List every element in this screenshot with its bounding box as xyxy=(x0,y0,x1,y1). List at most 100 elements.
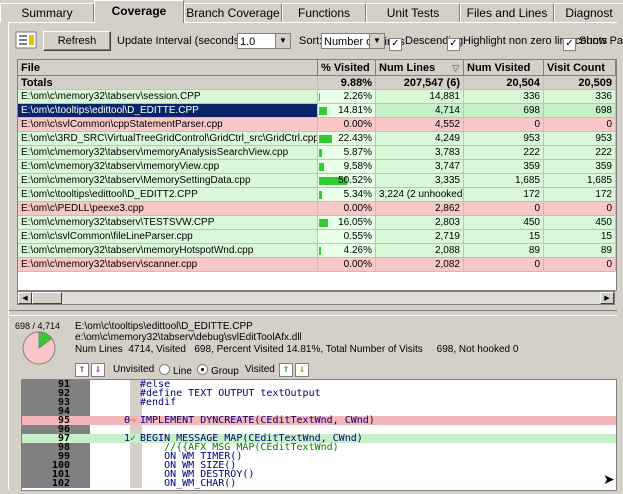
sort-label: Sort: xyxy=(299,35,323,47)
line-radio[interactable]: Line xyxy=(159,364,192,377)
table-cell-pct: 0.55% xyxy=(318,230,376,244)
code-line: 98 //{{AFX_MSG_MAP(CEditTextWnd) xyxy=(22,443,616,453)
nav-up-visited-icon[interactable]: ⇑ xyxy=(279,363,293,377)
visit-count: 1 xyxy=(123,433,130,444)
totals-pct: 9.88% xyxy=(318,76,376,90)
table-cell-visited: 1,685 xyxy=(464,174,544,188)
table-row[interactable]: E:\om\c\memory32\tabserv\scanner.cpp 0.00… xyxy=(18,258,616,272)
table-cell-count: 698 xyxy=(544,104,616,118)
tab-summary[interactable]: Summary xyxy=(0,3,94,22)
line-number: 98 xyxy=(22,443,90,453)
table-row[interactable]: E:\om\c\PEDLL\peexe3.cpp 0.00% 2,862 0 0 xyxy=(18,202,616,216)
nav-down-visited-icon[interactable]: ⇓ xyxy=(295,363,309,377)
table-horizontal-scrollbar[interactable]: ◀ ▶ xyxy=(17,291,615,305)
table-cell-lines: 4,714 xyxy=(376,104,464,118)
table-row[interactable]: E:\om\c\memory32\tabserv\MemorySettingDa… xyxy=(18,174,616,188)
coverage-panel: Refresh Update Interval (seconds): 1.0 ▼… xyxy=(8,22,623,491)
chevron-down-icon: ▼ xyxy=(275,34,290,48)
table-row[interactable]: E:\om\c\svlCommon\cppStatementParser.cpp… xyxy=(18,118,616,132)
column-header-pct-visited[interactable]: % Visited xyxy=(318,60,376,76)
show-path-checkbox[interactable]: ✓Show Path xyxy=(563,31,623,51)
tab-branch-coverage[interactable]: Branch Coverage xyxy=(184,3,282,22)
totals-lines: 207,547 (6) xyxy=(376,76,464,90)
table-cell-lines: 4,552 xyxy=(376,118,464,132)
table-cell-pct: 0.00% xyxy=(318,258,376,272)
tab-functions[interactable]: Functions xyxy=(282,3,366,22)
pct-text: 5.34% xyxy=(343,189,372,200)
table-row[interactable]: E:\om\c\memory32\tabserv\TESTSVW.CPP 16.0… xyxy=(18,216,616,230)
sort-select[interactable]: Number of Lines ▼ xyxy=(321,33,405,49)
coverage-pie-chart xyxy=(22,331,56,365)
line-number: 96 xyxy=(22,425,90,435)
visited-bar xyxy=(319,149,322,157)
column-header-num-visited[interactable]: Num Visited xyxy=(464,60,544,76)
update-interval-select[interactable]: 1.0 ▼ xyxy=(237,33,291,49)
table-row[interactable]: E:\om\c\3RD_SRC\VirtualTreeGridControl\G… xyxy=(18,132,616,146)
nav-up-unvisited-icon[interactable]: ⇑ xyxy=(75,363,89,377)
table-cell-count: 953 xyxy=(544,132,616,146)
table-cell-pct: 9.58% xyxy=(318,160,376,174)
tab-coverage[interactable]: Coverage xyxy=(94,0,184,23)
code-line: 102 ON_WM_CHAR() xyxy=(22,479,616,489)
table-cell-pct: 50.52% xyxy=(318,174,376,188)
scroll-left-icon[interactable]: ◀ xyxy=(18,292,32,304)
table-cell-visited: 953 xyxy=(464,132,544,146)
column-header-visit-count[interactable]: Visit Count xyxy=(544,60,616,76)
table-cell-pct: 0.00% xyxy=(318,118,376,132)
table-row[interactable]: E:\om\c\tooltips\edittool\D_EDITT2.CPP 5.… xyxy=(18,188,616,202)
table-cell-pct: 14.81% xyxy=(318,104,376,118)
visited-bar xyxy=(319,163,324,171)
table-row[interactable]: E:\om\c\memory32\tabserv\memoryView.cpp 9… xyxy=(18,160,616,174)
group-radio[interactable]: Group xyxy=(197,364,239,377)
scroll-right-icon[interactable]: ▶ xyxy=(600,292,614,304)
tab-unit-tests[interactable]: Unit Tests xyxy=(366,3,460,22)
table-cell-pct: 4.26% xyxy=(318,244,376,258)
pct-text: 22.43% xyxy=(338,133,372,144)
table-cell-pct: 22.43% xyxy=(318,132,376,146)
table-cell-file: E:\om\c\tooltips\edittool\D_EDITTE.CPP xyxy=(18,104,318,118)
table-cell-visited: 336 xyxy=(464,90,544,104)
pct-text: 9.58% xyxy=(343,161,372,172)
check-icon: ✓ xyxy=(447,38,460,51)
table-row[interactable]: E:\om\c\memory32\tabserv\memoryHotspotWn… xyxy=(18,244,616,258)
table-cell-count: 0 xyxy=(544,202,616,216)
pane-splitter[interactable] xyxy=(9,310,617,316)
visited-bar xyxy=(319,219,328,227)
totals-visited: 20,504 xyxy=(464,76,544,90)
pct-text: 4.26% xyxy=(343,245,372,256)
table-cell-lines: 14,881 xyxy=(376,90,464,104)
refresh-button[interactable]: Refresh xyxy=(43,31,111,51)
table-row[interactable]: E:\om\c\svlCommon\fileLineParser.cpp 0.55… xyxy=(18,230,616,244)
scroll-thumb[interactable] xyxy=(32,292,62,304)
line-number: 93 xyxy=(22,398,90,408)
table-cell-count: 359 xyxy=(544,160,616,174)
update-interval-value: 1.0 xyxy=(240,36,256,48)
line-number: 102 xyxy=(22,479,90,489)
pct-text: 2.26% xyxy=(343,91,372,102)
table-cell-pct: 0.00% xyxy=(318,202,376,216)
table-row[interactable]: E:\om\c\tooltips\edittool\D_EDITTE.CPP 14… xyxy=(18,104,616,118)
check-icon: ✓ xyxy=(563,38,576,51)
module-path: e:\om\c\memory32\tabserv\debug\svlEditTo… xyxy=(75,332,302,343)
table-row[interactable]: E:\om\c\memory32\tabserv\session.CPP 2.26… xyxy=(18,90,616,104)
table-cell-count: 336 xyxy=(544,90,616,104)
line-number: 95 xyxy=(22,416,90,426)
table-cell-count: 89 xyxy=(544,244,616,258)
report-icon[interactable] xyxy=(15,31,39,51)
line-number: 91 xyxy=(22,380,90,390)
column-header-file[interactable]: File xyxy=(18,60,318,76)
table-cell-pct: 5.34% xyxy=(318,188,376,202)
source-code-view[interactable]: 91 #else 92 #define TEXT_OUTPUT textOutput 9… xyxy=(21,379,617,491)
table-row[interactable]: E:\om\c\memory32\tabserv\memoryAnalysisS… xyxy=(18,146,616,160)
table-cell-lines: 2,719 xyxy=(376,230,464,244)
visited-bar xyxy=(319,191,322,199)
table-cell-visited: 0 xyxy=(464,202,544,216)
line-radio-label: Line xyxy=(173,366,192,377)
code-line: 93 #endif xyxy=(22,397,616,408)
column-header-num-lines[interactable]: Num Lines ▽ xyxy=(376,60,464,76)
group-radio-label: Group xyxy=(211,366,239,377)
code-text: #endif xyxy=(140,397,177,408)
tab-files-and-lines[interactable]: Files and Lines xyxy=(460,3,554,22)
nav-down-unvisited-icon[interactable]: ⇓ xyxy=(91,363,105,377)
tab-diagnostics[interactable]: Diagnost xyxy=(554,3,623,22)
